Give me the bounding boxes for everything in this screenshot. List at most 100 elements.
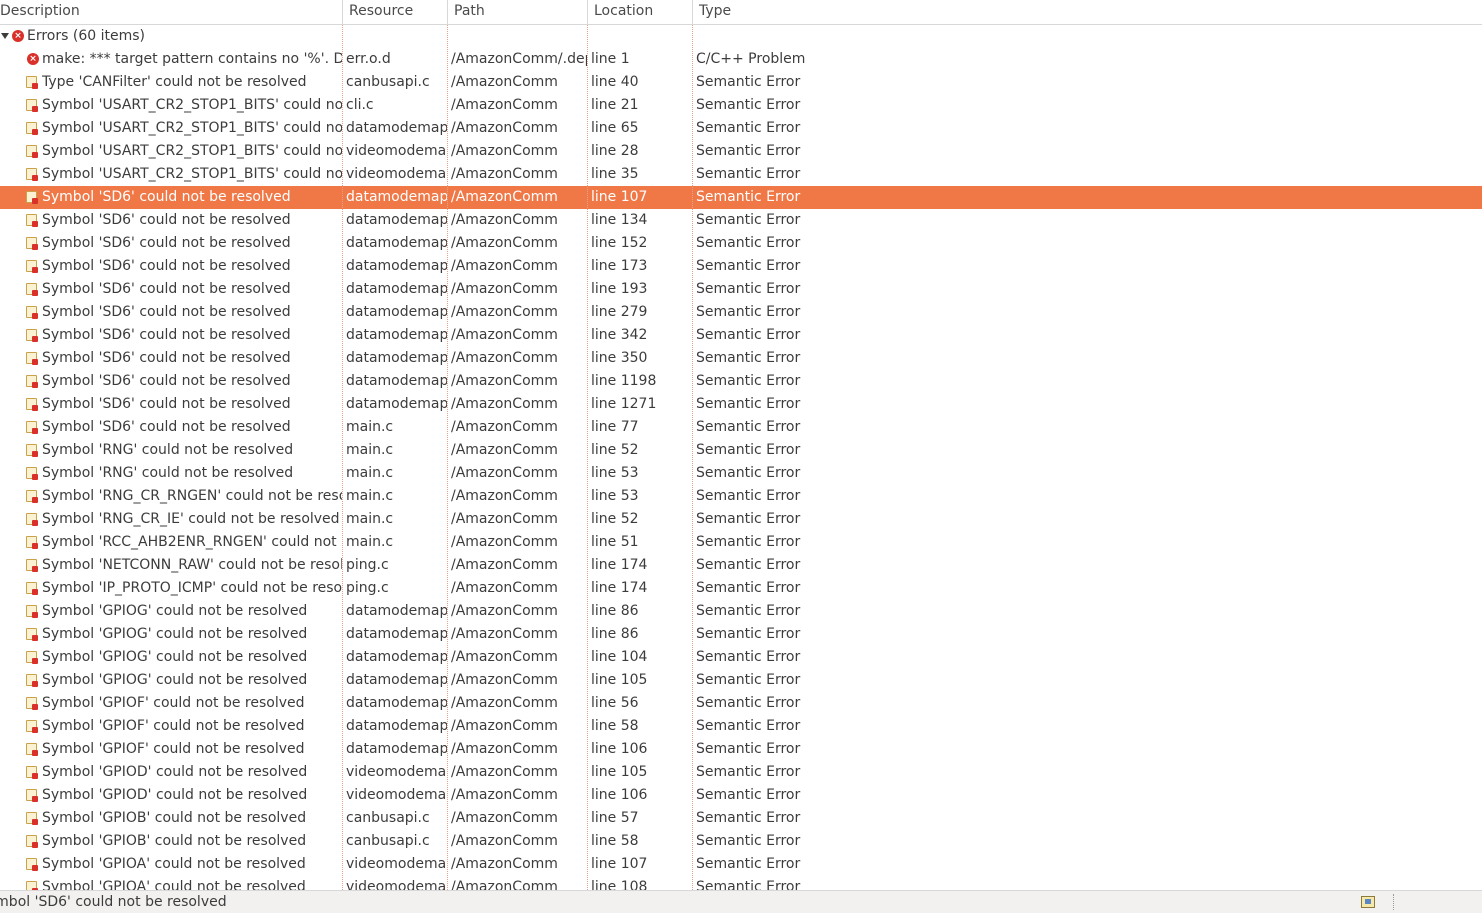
table-row[interactable]: Symbol 'USART_CR2_STOP1_BITS' could not … [0, 163, 1482, 186]
cell-type: Semantic Error [696, 787, 801, 803]
cell-description: Type 'CANFilter' could not be resolved [0, 71, 342, 94]
cell-description: Symbol 'GPIOA' could not be resolved [0, 853, 342, 876]
cell-resource: datamodemap [346, 603, 447, 619]
cell-path: /AmazonComm [451, 580, 558, 596]
column-header-type[interactable]: Type [693, 0, 1093, 24]
view-menu-icon[interactable] [1361, 896, 1375, 908]
cell-description: Symbol 'GPIOF' could not be resolved [0, 715, 342, 738]
description-text: Symbol 'SD6' could not be resolved [42, 281, 291, 297]
table-row[interactable]: Symbol 'USART_CR2_STOP1_BITS' could not … [0, 140, 1482, 163]
cell-description: Symbol 'GPIOF' could not be resolved [0, 738, 342, 761]
semantic-error-icon [26, 881, 38, 890]
table-row[interactable]: Symbol 'GPIOA' could not be resolved vide… [0, 853, 1482, 876]
table-row[interactable]: Symbol 'SD6' could not be resolved datamo… [0, 232, 1482, 255]
cell-location: line 134 [591, 212, 648, 228]
table-row[interactable]: Symbol 'SD6' could not be resolved datamo… [0, 209, 1482, 232]
cell-type: Semantic Error [696, 120, 801, 136]
cell-resource: datamodemap [346, 281, 447, 297]
table-row[interactable]: Symbol 'SD6' could not be resolved datamo… [0, 301, 1482, 324]
table-row[interactable]: Symbol 'SD6' could not be resolved datamo… [0, 347, 1482, 370]
table-row[interactable]: Symbol 'RNG' could not be resolved main.c… [0, 439, 1482, 462]
table-row[interactable]: Symbol 'SD6' could not be resolved datamo… [0, 370, 1482, 393]
table-row[interactable]: Symbol 'IP_PROTO_ICMP' could not be reso… [0, 577, 1482, 600]
table-row[interactable]: Symbol 'GPIOA' could not be resolved vide… [0, 876, 1482, 890]
cell-type: Semantic Error [696, 235, 801, 251]
cell-type: Semantic Error [696, 327, 801, 343]
cell-resource: canbusapi.c [346, 833, 430, 849]
table-row[interactable]: Symbol 'USART_CR2_STOP1_BITS' could not … [0, 117, 1482, 140]
cell-location: line 1 [591, 51, 630, 67]
description-text: Symbol 'SD6' could not be resolved [42, 419, 291, 435]
cell-description: Symbol 'SD6' could not be resolved [0, 232, 342, 255]
table-row[interactable]: Symbol 'USART_CR2_STOP1_BITS' could not … [0, 94, 1482, 117]
table-row[interactable]: Symbol 'RNG_CR_RNGEN' could not be resol… [0, 485, 1482, 508]
cell-path: /AmazonComm [451, 833, 558, 849]
table-row[interactable]: Symbol 'GPIOG' could not be resolved data… [0, 600, 1482, 623]
table-row[interactable]: Symbol 'GPIOF' could not be resolved data… [0, 692, 1482, 715]
group-row-errors[interactable]: × Errors (60 items) [0, 25, 1482, 48]
cell-description: Symbol 'GPIOD' could not be resolved [0, 761, 342, 784]
cell-resource: datamodemap [346, 649, 447, 665]
cell-path: /AmazonComm [451, 442, 558, 458]
table-row[interactable]: Symbol 'RNG' could not be resolved main.c… [0, 462, 1482, 485]
semantic-error-icon [26, 122, 38, 135]
cell-resource: canbusapi.c [346, 810, 430, 826]
cell-description: Symbol 'GPIOD' could not be resolved [0, 784, 342, 807]
cell-type: Semantic Error [696, 856, 801, 872]
cell-description: Symbol 'GPIOB' could not be resolved [0, 807, 342, 830]
cell-path: /AmazonComm [451, 120, 558, 136]
description-text: Symbol 'GPIOD' could not be resolved [42, 787, 308, 803]
table-row[interactable]: Symbol 'GPIOD' could not be resolved vide… [0, 784, 1482, 807]
column-header-resource[interactable]: Resource [343, 0, 447, 24]
table-row[interactable]: Symbol 'GPIOB' could not be resolved canb… [0, 830, 1482, 853]
table-row[interactable]: Symbol 'GPIOB' could not be resolved canb… [0, 807, 1482, 830]
table-row[interactable]: Symbol 'SD6' could not be resolved datamo… [0, 255, 1482, 278]
description-text: Symbol 'RNG_CR_RNGEN' could not be resol… [42, 488, 342, 504]
expand-triangle-icon[interactable] [1, 33, 9, 39]
table-row[interactable]: Symbol 'GPIOF' could not be resolved data… [0, 738, 1482, 761]
table-row[interactable]: Symbol 'NETCONN_RAW' could not be resolv… [0, 554, 1482, 577]
table-row[interactable]: Symbol 'SD6' could not be resolved datamo… [0, 393, 1482, 416]
cell-description: Symbol 'SD6' could not be resolved [0, 301, 342, 324]
table-row[interactable]: Symbol 'GPIOD' could not be resolved vide… [0, 761, 1482, 784]
cell-description: Symbol 'RNG_CR_IE' could not be resolved [0, 508, 342, 531]
table-row[interactable]: Symbol 'RCC_AHB2ENR_RNGEN' could not be m… [0, 531, 1482, 554]
table-row[interactable]: Symbol 'SD6' could not be resolved datamo… [0, 324, 1482, 347]
semantic-error-icon [26, 444, 38, 457]
semantic-error-icon [26, 490, 38, 503]
table-row[interactable]: Symbol 'SD6' could not be resolved datamo… [0, 278, 1482, 301]
cell-location: line 40 [591, 74, 639, 90]
cell-resource: videomodemap [346, 856, 447, 872]
table-row[interactable]: Symbol 'GPIOG' could not be resolved data… [0, 623, 1482, 646]
problems-table-body[interactable]: × Errors (60 items) × make: *** target pa… [0, 25, 1482, 890]
cell-resource: datamodemap [346, 120, 447, 136]
cell-type: Semantic Error [696, 166, 801, 182]
table-row[interactable]: × make: *** target pattern contains no '%… [0, 48, 1482, 71]
cell-location: line 1198 [591, 373, 657, 389]
table-row[interactable]: Symbol 'GPIOG' could not be resolved data… [0, 646, 1482, 669]
table-row[interactable]: Symbol 'GPIOG' could not be resolved data… [0, 669, 1482, 692]
cell-type: Semantic Error [696, 580, 801, 596]
column-header-path[interactable]: Path [448, 0, 587, 24]
cell-path: /AmazonComm [451, 235, 558, 251]
table-row[interactable]: Type 'CANFilter' could not be resolved ca… [0, 71, 1482, 94]
description-text: Symbol 'GPIOF' could not be resolved [42, 741, 305, 757]
table-row[interactable]: Symbol 'GPIOF' could not be resolved data… [0, 715, 1482, 738]
cell-path: /AmazonComm [451, 534, 558, 550]
cell-type: Semantic Error [696, 833, 801, 849]
cell-location: line 152 [591, 235, 648, 251]
cell-path: /AmazonComm [451, 189, 558, 205]
semantic-error-icon [26, 766, 38, 779]
cell-resource: videomodemap [346, 879, 447, 890]
table-row[interactable]: Symbol 'RNG_CR_IE' could not be resolved… [0, 508, 1482, 531]
semantic-error-icon [26, 536, 38, 549]
description-text: Symbol 'RNG' could not be resolved [42, 442, 294, 458]
column-header-description[interactable]: Description [0, 0, 336, 24]
table-row[interactable]: Symbol 'SD6' could not be resolved datamo… [0, 186, 1482, 209]
table-row[interactable]: Symbol 'SD6' could not be resolved main.c… [0, 416, 1482, 439]
cell-type: Semantic Error [696, 304, 801, 320]
cell-resource: datamodemap [346, 672, 447, 688]
cell-location: line 58 [591, 718, 639, 734]
semantic-error-icon [26, 398, 38, 411]
column-header-location[interactable]: Location [588, 0, 692, 24]
